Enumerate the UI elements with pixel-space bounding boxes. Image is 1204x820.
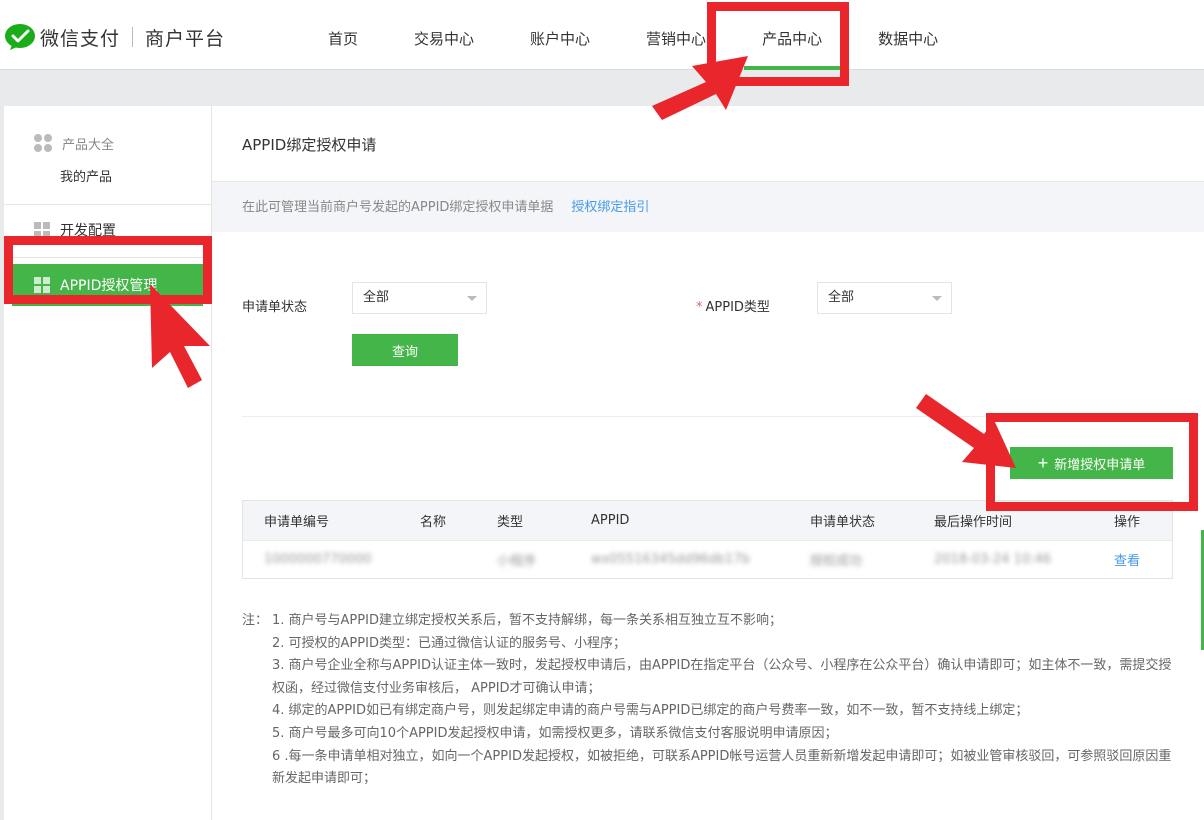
- status-select[interactable]: 全部: [352, 282, 487, 314]
- sidebar-divider: [4, 204, 211, 205]
- cell-last-time: 2018-03-24 10:46: [934, 552, 1052, 567]
- note-line: 3. 商户号企业全称与APPID认证主体一致时，发起授权申请后，由APPID在指…: [272, 658, 1172, 696]
- note-line: 4. 绑定的APPID如已有绑定商户号，则发起绑定申请的商户号需与APPID已绑…: [272, 703, 1029, 719]
- column-header: 申请单状态: [810, 515, 876, 530]
- main-nav: 首页 交易中心 账户中心 营销中心 产品中心 数据中心: [300, 0, 966, 70]
- product-dots-icon: [34, 134, 52, 152]
- nav-trade-center[interactable]: 交易中心: [386, 0, 502, 70]
- sidebar: 产品大全 我的产品 开发配置 APPID授权管理: [4, 106, 212, 820]
- appid-type-label: * APPID类型: [696, 296, 770, 315]
- filter-panel: 申请单状态 全部 * APPID类型 全部 查询: [242, 282, 1172, 417]
- nav-account-center[interactable]: 账户中心: [502, 0, 618, 70]
- column-header: 名称: [420, 515, 447, 530]
- top-header: 微信支付 商户平台 首页 交易中心 账户中心 营销中心 产品中心 数据中心: [0, 0, 1204, 70]
- appid-type-select-value: 全部: [828, 290, 855, 305]
- table-row: 1000000770000 小程序 wx05516345dd96db17b 授权…: [243, 540, 1172, 578]
- brand-divider: [132, 27, 134, 47]
- caret-down-icon: [932, 296, 942, 301]
- column-header: APPID: [591, 513, 630, 528]
- column-header: 类型: [497, 515, 524, 530]
- annotation-arrow-icon: [916, 394, 1016, 468]
- note-line: 1. 商户号与APPID建立绑定授权关系后，暂不支持解绑，每一条关系相互独立互不…: [272, 613, 782, 628]
- wechat-pay-logo-icon: [4, 23, 36, 51]
- platform-name: 商户平台: [145, 27, 226, 50]
- sidebar-group-title: 产品大全: [62, 137, 115, 153]
- cell-status: 授权成功: [810, 554, 863, 569]
- sidebar-item-my-products[interactable]: 我的产品: [4, 162, 211, 194]
- appid-type-label-text: APPID类型: [705, 300, 770, 315]
- caret-down-icon: [467, 296, 477, 301]
- cell-type: 小程序: [497, 554, 537, 569]
- requests-table: 申请单编号 名称 类型 APPID 申请单状态 最后操作时间 操作 100000…: [242, 500, 1173, 579]
- annotation-arrow-icon: [150, 284, 210, 388]
- cell-request-id: 1000000770000: [264, 552, 372, 567]
- column-header: 申请单编号: [264, 515, 330, 530]
- note-line: 6 .每一条申请单相对独立，如向一个APPID发起授权，如被拒绝，可联系APPI…: [272, 748, 1172, 787]
- query-button[interactable]: 查询: [352, 334, 458, 366]
- status-label: 申请单状态: [242, 300, 308, 315]
- info-text: 在此可管理当前商户号发起的APPID绑定授权申请单据: [242, 200, 554, 215]
- nav-data-center[interactable]: 数据中心: [850, 0, 966, 70]
- auth-guide-link[interactable]: 授权绑定指引: [571, 200, 649, 215]
- note-line: 5. 商户号最多可向10个APPID发起授权申请，如需授权更多，请联系微信支付客…: [272, 725, 838, 741]
- notes: 注： 1. 商户号与APPID建立绑定授权关系后，暂不支持解绑，每一条关系相互独立…: [242, 610, 1182, 791]
- appid-type-select[interactable]: 全部: [817, 282, 952, 314]
- brand-logo[interactable]: 微信支付 商户平台: [4, 22, 225, 52]
- notes-prefix: 注：: [242, 613, 269, 628]
- cell-appid: wx05516345dd96db17b: [591, 552, 750, 567]
- view-link[interactable]: 查看: [1114, 541, 1140, 578]
- info-bar: 在此可管理当前商户号发起的APPID绑定授权申请单据 授权绑定指引: [212, 182, 1204, 232]
- nav-home[interactable]: 首页: [300, 0, 386, 70]
- required-mark: *: [696, 300, 703, 315]
- brand-name: 微信支付: [40, 27, 121, 50]
- status-select-value: 全部: [363, 290, 390, 305]
- annotation-arrow-icon: [652, 56, 748, 120]
- sidebar-group-products: 产品大全: [4, 124, 211, 162]
- note-line: 2. 可授权的APPID类型：已通过微信认证的服务号、小程序；: [272, 635, 626, 651]
